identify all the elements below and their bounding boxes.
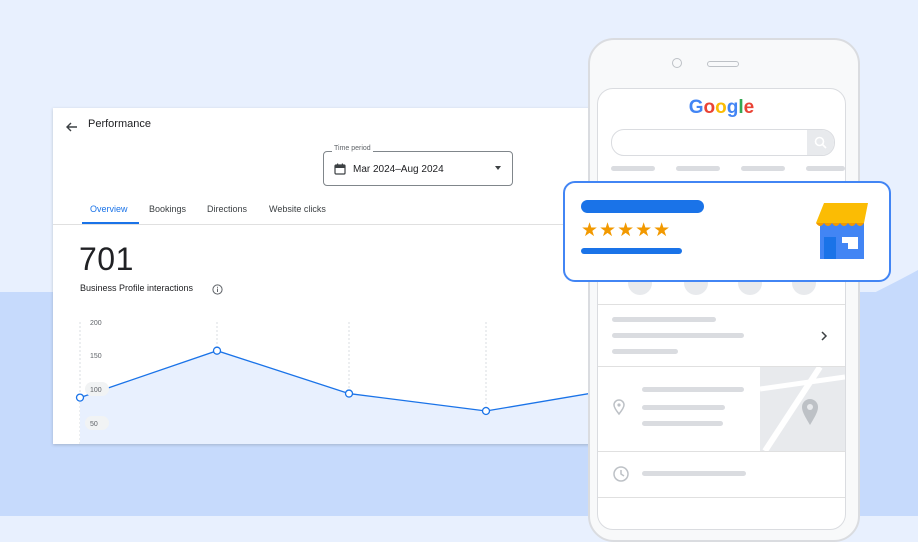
placeholder-pill — [642, 387, 744, 392]
tab-bookings[interactable]: Bookings — [149, 204, 186, 214]
page-title: Performance — [88, 118, 151, 130]
time-period-select[interactable]: Time period Mar 2024–Aug 2024 — [323, 145, 513, 186]
google-logo-letter: o — [715, 97, 727, 118]
storefront-icon — [816, 203, 868, 259]
google-logo-letter: G — [688, 97, 704, 118]
star-rating: ★★★★★ — [581, 220, 672, 241]
placeholder-pill — [642, 421, 723, 426]
chevron-right-icon[interactable] — [818, 329, 830, 343]
business-profile-card[interactable]: ★★★★★ — [563, 181, 891, 282]
time-period-value: Mar 2024–Aug 2024 — [353, 164, 444, 175]
y-tick-label: 200 — [90, 320, 102, 327]
interactions-line-chart: 200 150 100 50 — [75, 320, 598, 444]
tabs: Overview Bookings Directions Website cli… — [53, 204, 598, 225]
search-button[interactable] — [807, 130, 834, 155]
y-tick-label: 100 — [90, 387, 102, 394]
phone-screen: Google — [597, 88, 846, 530]
active-tab-indicator — [82, 222, 139, 224]
google-logo: Google — [598, 97, 845, 119]
placeholder-pill — [741, 166, 785, 171]
camera-dot — [672, 58, 682, 68]
placeholder-pill — [612, 317, 716, 322]
divider — [598, 497, 845, 498]
placeholder-pill — [611, 166, 655, 171]
placeholder-pill — [676, 166, 720, 171]
placeholder-pill — [642, 405, 725, 410]
placeholder-pill — [612, 333, 744, 338]
divider — [598, 304, 845, 305]
business-detail-placeholder — [581, 248, 682, 254]
search-input[interactable] — [611, 129, 835, 156]
data-point — [344, 389, 354, 398]
tab-directions[interactable]: Directions — [207, 204, 247, 214]
calendar-icon — [334, 163, 346, 175]
location-pin-icon — [613, 399, 625, 416]
speaker-bar — [707, 61, 739, 67]
placeholder-pill — [642, 471, 746, 476]
data-point — [481, 406, 491, 416]
time-period-label: Time period — [332, 145, 373, 152]
business-name-placeholder — [581, 200, 704, 213]
map-thumbnail[interactable] — [759, 365, 845, 453]
placeholder-pill — [806, 166, 845, 171]
map-roads — [759, 365, 845, 453]
performance-panel: Performance Time period Mar 2024–Aug 202… — [53, 108, 598, 444]
divider — [598, 451, 845, 452]
clock-icon — [613, 466, 629, 482]
google-logo-letter: e — [743, 97, 755, 118]
placeholder-pill — [612, 349, 678, 354]
metric-label: Business Profile interactions — [80, 283, 194, 293]
metric-value: 701 — [79, 241, 134, 277]
back-arrow-icon[interactable] — [62, 117, 82, 137]
google-logo-letter: g — [726, 97, 739, 118]
search-icon — [814, 136, 827, 149]
google-logo-letter: o — [703, 97, 716, 118]
y-tick-label: 150 — [90, 353, 102, 360]
info-icon[interactable] — [212, 284, 223, 295]
area-fill — [80, 350, 598, 444]
data-point — [75, 393, 85, 402]
tab-website-clicks[interactable]: Website clicks — [269, 204, 326, 214]
tab-overview[interactable]: Overview — [90, 204, 128, 214]
y-tick-label: 50 — [90, 421, 98, 428]
chevron-down-icon — [495, 166, 501, 170]
data-point — [212, 346, 222, 355]
